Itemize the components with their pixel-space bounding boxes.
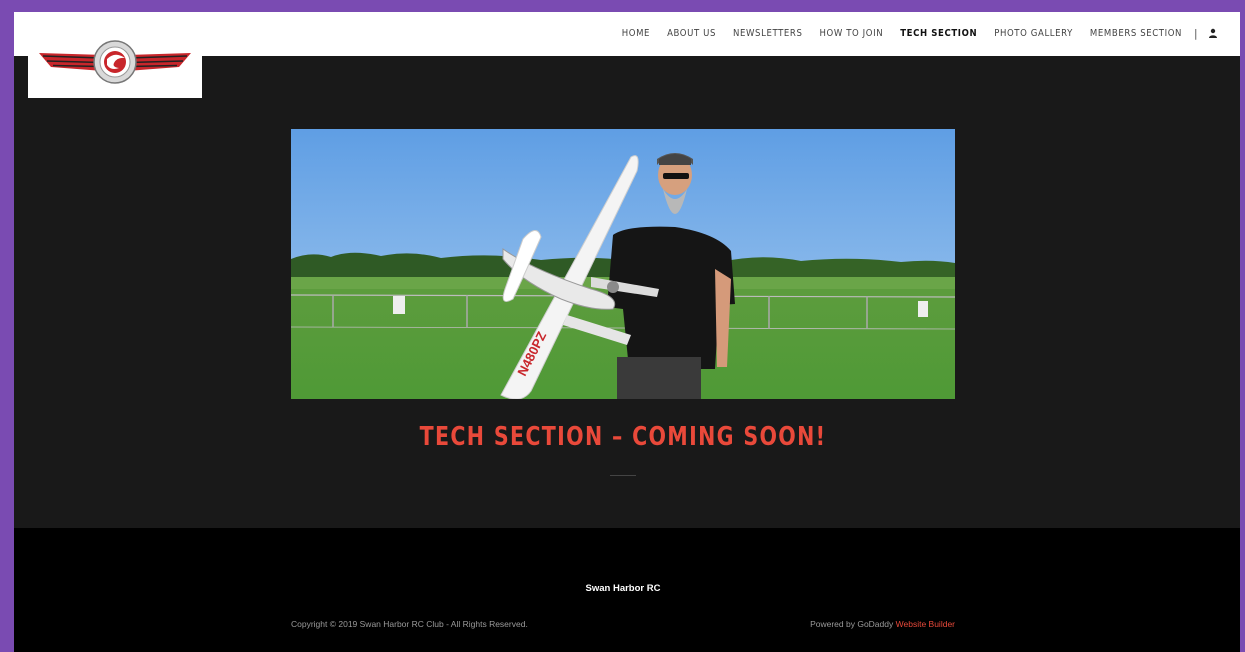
- page-frame: HOME ABOUT US NEWSLETTERS HOW TO JOIN TE…: [14, 12, 1240, 652]
- main-nav: HOME ABOUT US NEWSLETTERS HOW TO JOIN TE…: [605, 12, 1218, 54]
- user-icon[interactable]: [1208, 28, 1218, 38]
- nav-members-section[interactable]: MEMBERS SECTION: [1090, 28, 1182, 39]
- nav-photo-gallery[interactable]: PHOTO GALLERY: [994, 28, 1073, 39]
- powered-by-text: Powered by GoDaddy: [810, 619, 894, 629]
- site-footer: Swan Harbor RC Copyright © 2019 Swan Har…: [14, 528, 1240, 652]
- nav-how-to-join[interactable]: HOW TO JOIN: [819, 28, 883, 39]
- swan-harbor-wings-logo: [39, 39, 191, 84]
- copyright-text: Copyright © 2019 Swan Harbor RC Club - A…: [291, 619, 528, 629]
- heading-divider: [610, 475, 636, 476]
- nav-about-us[interactable]: ABOUT US: [667, 28, 716, 39]
- nav-home[interactable]: HOME: [622, 28, 650, 39]
- hero-image: N480PZ: [291, 129, 955, 399]
- site-logo-link[interactable]: [28, 25, 202, 98]
- powered-by: Powered by GoDaddy Website Builder: [810, 619, 955, 629]
- nav-tech-section[interactable]: TECH SECTION: [900, 28, 977, 39]
- nav-separator: |: [1194, 26, 1198, 40]
- website-builder-link[interactable]: Website Builder: [896, 619, 955, 629]
- page-heading: TECH SECTION – COMING SOON!: [419, 422, 827, 452]
- footer-title: Swan Harbor RC: [585, 583, 661, 594]
- nav-newsletters[interactable]: NEWSLETTERS: [733, 28, 802, 39]
